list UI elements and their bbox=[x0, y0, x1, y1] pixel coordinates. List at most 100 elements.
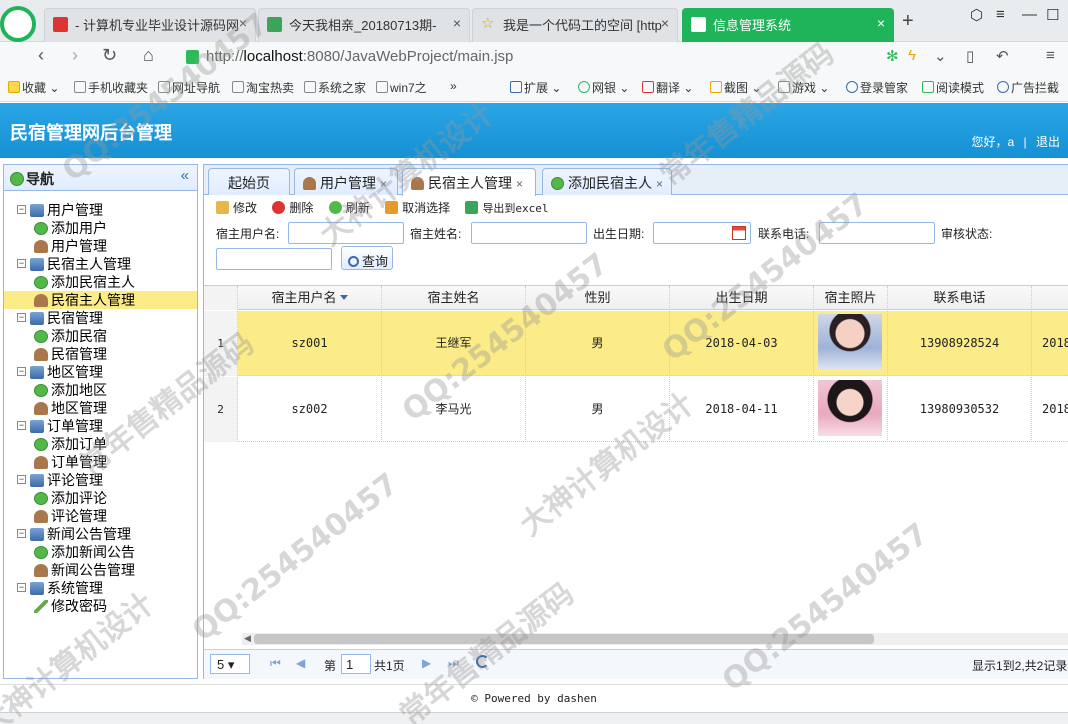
tree-group-news[interactable]: − 新闻公告管理 bbox=[4, 525, 197, 543]
close-icon[interactable]: × bbox=[877, 15, 885, 31]
bookmark-item[interactable]: 网银 ⌄ bbox=[578, 79, 629, 96]
col-extra[interactable] bbox=[1032, 286, 1068, 310]
tree-item-comment-manage[interactable]: 评论管理 bbox=[4, 507, 197, 525]
tab-user-manage[interactable]: 用户管理 × bbox=[294, 168, 398, 195]
browser-tab-1[interactable]: - 计算机专业毕业设计源码网 × bbox=[44, 8, 256, 42]
tree-item-add-user[interactable]: 添加用户 bbox=[4, 219, 197, 237]
url-field[interactable]: http://localhost:8080/JavaWebProject/mai… bbox=[180, 45, 930, 69]
table-row[interactable]: 2 sz002 李马光 男 2018-04-11 13980930532 201… bbox=[204, 377, 1068, 442]
tree-item-area-manage[interactable]: 地区管理 bbox=[4, 399, 197, 417]
refresh-button[interactable]: 刷新 bbox=[328, 199, 370, 216]
browser-tab-3[interactable]: ☆ 我是一个代码工的空间 [http × bbox=[472, 8, 678, 42]
tab-add-host[interactable]: 添加民宿主人 × bbox=[542, 168, 672, 195]
collapse-icon[interactable]: « bbox=[181, 167, 189, 184]
maximize-icon[interactable]: ☐ bbox=[1046, 6, 1059, 24]
bookmark-item[interactable]: 翻译 ⌄ bbox=[642, 79, 693, 96]
tree-group-system[interactable]: − 系统管理 bbox=[4, 579, 197, 597]
tab-host-manage[interactable]: 民宿主人管理 × bbox=[402, 168, 536, 196]
bookmark-item[interactable]: 阅读模式 bbox=[922, 79, 984, 96]
calendar-icon[interactable] bbox=[732, 226, 746, 240]
close-icon[interactable]: × bbox=[656, 177, 663, 191]
minimize-icon[interactable]: — bbox=[1022, 6, 1037, 23]
close-icon[interactable]: × bbox=[380, 177, 387, 191]
collapse-toggle-icon[interactable]: − bbox=[17, 367, 26, 376]
col-photo[interactable]: 宿主照片 bbox=[814, 286, 888, 310]
new-tab-button[interactable]: + bbox=[902, 10, 914, 33]
collapse-toggle-icon[interactable]: − bbox=[17, 313, 26, 322]
tree-item-news-manage[interactable]: 新闻公告管理 bbox=[4, 561, 197, 579]
bookmark-item[interactable]: 广告拦截 bbox=[997, 79, 1059, 96]
bookmark-item[interactable]: 淘宝热卖 bbox=[232, 79, 294, 96]
tree-item-add-homestay[interactable]: 添加民宿 bbox=[4, 327, 197, 345]
browser-tab-active[interactable]: 信息管理系统 × bbox=[682, 8, 894, 42]
collapse-toggle-icon[interactable]: − bbox=[17, 583, 26, 592]
query-button[interactable]: 查询 bbox=[341, 246, 393, 270]
refresh-icon[interactable] bbox=[476, 655, 489, 668]
col-gender[interactable]: 性别 bbox=[526, 286, 670, 310]
bookmark-item[interactable]: 游戏 ⌄ bbox=[778, 79, 829, 96]
logout-link[interactable]: 退出 bbox=[1036, 135, 1060, 149]
tree-item-order-manage[interactable]: 订单管理 bbox=[4, 453, 197, 471]
phone-input[interactable] bbox=[819, 222, 935, 244]
bookmark-item[interactable]: 系统之家 bbox=[304, 79, 366, 96]
collapse-toggle-icon[interactable]: − bbox=[17, 475, 26, 484]
tree-item-add-area[interactable]: 添加地区 bbox=[4, 381, 197, 399]
close-icon[interactable]: × bbox=[661, 15, 669, 31]
col-birth[interactable]: 出生日期 bbox=[670, 286, 814, 310]
tree-group-homestays[interactable]: − 民宿管理 bbox=[4, 309, 197, 327]
delete-button[interactable]: 删除 bbox=[272, 199, 313, 216]
table-row[interactable]: 1 sz001 王继军 男 2018-04-03 13908928524 201… bbox=[204, 311, 1068, 376]
lightning-icon[interactable]: ϟ bbox=[908, 47, 916, 64]
tree-group-orders[interactable]: − 订单管理 bbox=[4, 417, 197, 435]
col-phone[interactable]: 联系电话 bbox=[888, 286, 1032, 310]
bookmark-item[interactable]: 截图 ⌄ bbox=[710, 79, 761, 96]
tree-item-add-order[interactable]: 添加订单 bbox=[4, 435, 197, 453]
browser-tab-2[interactable]: 今天我相亲_20180713期- × bbox=[258, 8, 470, 42]
col-name[interactable]: 宿主姓名 bbox=[382, 286, 526, 310]
first-page-icon[interactable]: ⏮ bbox=[270, 656, 281, 671]
collapse-toggle-icon[interactable]: − bbox=[17, 421, 26, 430]
menu-icon[interactable]: ≡ bbox=[996, 6, 1005, 23]
bookmark-item[interactable]: 网址导航 bbox=[158, 79, 220, 96]
undo-icon[interactable]: ↶ bbox=[996, 47, 1009, 65]
tree-group-users[interactable]: − 用户管理 bbox=[4, 201, 197, 219]
tree-group-areas[interactable]: − 地区管理 bbox=[4, 363, 197, 381]
tree-item-user-manage[interactable]: 用户管理 bbox=[4, 237, 197, 255]
back-icon[interactable]: ‹ bbox=[38, 45, 44, 66]
bookmark-item[interactable]: 扩展 ⌄ bbox=[510, 79, 561, 96]
chevron-down-icon[interactable]: ⌄ bbox=[934, 47, 947, 65]
col-username[interactable]: 宿主用户名 bbox=[238, 286, 382, 310]
collapse-toggle-icon[interactable]: − bbox=[17, 259, 26, 268]
name-input[interactable] bbox=[471, 222, 587, 244]
hamburger-icon[interactable]: ≡ bbox=[1046, 47, 1055, 64]
page-size-select[interactable]: 5 ▾ bbox=[210, 654, 250, 674]
close-icon[interactable]: × bbox=[239, 15, 247, 31]
home-icon[interactable]: ⌂ bbox=[143, 45, 154, 66]
speed-icon[interactable]: ✻ bbox=[886, 47, 899, 65]
page-number-input[interactable]: 1 bbox=[341, 654, 371, 674]
birth-date-input[interactable] bbox=[653, 222, 751, 244]
prev-page-icon[interactable]: ◀ bbox=[296, 656, 305, 670]
tree-item-homestay-manage[interactable]: 民宿管理 bbox=[4, 345, 197, 363]
bookmark-item[interactable]: win7之 bbox=[376, 79, 427, 96]
close-icon[interactable]: × bbox=[453, 15, 461, 31]
status-input[interactable] bbox=[216, 248, 332, 270]
close-icon[interactable]: × bbox=[516, 177, 523, 191]
shirt-icon[interactable]: ⬡ bbox=[970, 6, 983, 24]
tree-item-add-host[interactable]: 添加民宿主人 bbox=[4, 273, 197, 291]
export-button[interactable]: 导出到excel bbox=[465, 200, 549, 216]
bookmark-more[interactable]: » bbox=[450, 79, 457, 93]
reload-icon[interactable]: ↻ bbox=[102, 45, 117, 66]
last-page-icon[interactable]: ⏭ bbox=[448, 656, 459, 671]
tree-item-add-news[interactable]: 添加新闻公告 bbox=[4, 543, 197, 561]
scroll-left-icon[interactable]: ◀ bbox=[244, 633, 251, 644]
bookmark-item[interactable]: 收藏 ⌄ bbox=[8, 79, 59, 96]
tree-group-comments[interactable]: − 评论管理 bbox=[4, 471, 197, 489]
bookmark-item[interactable]: 登录管家 bbox=[846, 79, 908, 96]
next-page-icon[interactable]: ▶ bbox=[422, 656, 431, 670]
tree-item-host-manage[interactable]: 民宿主人管理 bbox=[4, 291, 197, 309]
tree-group-hosts[interactable]: − 民宿主人管理 bbox=[4, 255, 197, 273]
unselect-button[interactable]: 取消选择 bbox=[385, 199, 450, 216]
scrollbar-thumb[interactable] bbox=[254, 634, 874, 644]
tab-home[interactable]: 起始页 bbox=[208, 168, 290, 195]
